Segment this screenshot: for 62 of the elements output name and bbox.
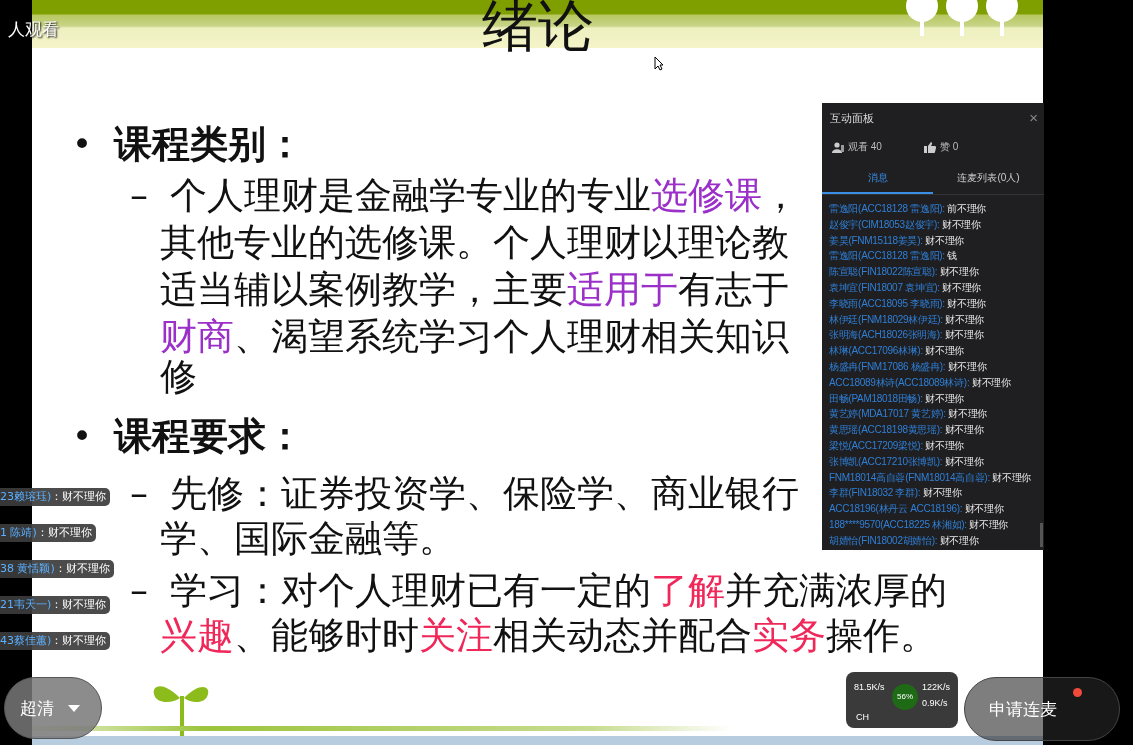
bullet: • [72, 416, 94, 456]
danmaku-bubble: 21韦天一)：财不理你 [0, 596, 111, 614]
slide-text-line: 修 [160, 360, 198, 394]
chat-message: 胡婧怡(FIN18002胡婧怡): 财不理你 [829, 533, 980, 548]
chat-message: FNM18014高自蓉(FNM18014高自蓉): 财不理你 [829, 470, 1033, 485]
chat-message: 李晓雨(ACC18095 李晓雨): 财不理你 [829, 296, 988, 311]
danmaku-bubble: 38 黄恬颖)：财不理你 [0, 560, 114, 578]
thumbs-up-icon [923, 141, 936, 153]
chat-message: 陈宣聪(FIN18022陈宣聪): 财不理你 [829, 265, 980, 280]
slide-text-line: 其他专业的选修课。个人理财以理论教 [160, 220, 790, 266]
notification-dot [1073, 688, 1082, 697]
dash: – [130, 569, 149, 613]
speed-reading: 122K/s [922, 682, 951, 692]
chat-message: 张博凯(ACC17210张博凯): 财不理你 [829, 454, 985, 469]
panel-title: 互动面板 [830, 110, 874, 126]
danmaku-bubble: 23赖瑢珏)：财不理你 [0, 488, 111, 506]
close-button[interactable]: × [1029, 110, 1038, 126]
speed-reading: 81.5K/s [854, 682, 885, 692]
chat-message: 姜昊(FNM15118姜昊): 财不理你 [829, 233, 965, 248]
slide-text-line: 财商、渴望系统学习个人理财相关知识 [160, 314, 790, 360]
slide-text-line: 适当辅以案例教学，主要适用于有志于 [160, 267, 790, 313]
chat-message: 林伊廷(FNM18029林伊廷): 财不理你 [829, 312, 986, 327]
chat-message: 雷逸阳(ACC18128 雷逸阳): 钱 [829, 249, 958, 264]
usage-gauge: 56% [892, 684, 918, 710]
chat-message: ACC18089林诗(ACC18089林诗): 财不理你 [829, 375, 1012, 390]
chat-message: 李群(FIN18032 李群): 财不理你 [829, 486, 963, 501]
viewer-stat: 观看 40 [848, 140, 882, 154]
chat-message: 林琳(ACC17096林琳): 财不理你 [829, 344, 966, 359]
slide-text-line: 个人理财是金融学专业的专业选修课， [170, 173, 799, 219]
panel-tab[interactable]: 消息 [822, 167, 933, 194]
chat-message: 袁坤宜(FIN18007 袁坤宜): 财不理你 [829, 281, 983, 295]
slide-text-line: 先修：证券投资学、保险学、商业银行 [170, 471, 799, 517]
chat-message: 188****9570(ACC18225 林湘如): 财不理你 [829, 517, 1010, 532]
chat-message: 梁悦(ACC17209梁悦): 财不理你 [829, 438, 966, 453]
request-mic-button[interactable]: 申请连麦 [964, 677, 1120, 741]
ime-indicator: CH [856, 712, 869, 722]
section-heading: 课程要求： [114, 412, 304, 460]
bullet: • [72, 124, 94, 164]
cursor-icon [654, 56, 664, 71]
dash: – [130, 472, 149, 516]
section-heading: 课程类别： [114, 120, 304, 168]
chat-message: ACC18196(林丹云 ACC18196): 财不理你 [829, 502, 1005, 517]
speed-reading: 0.9K/s [922, 698, 948, 708]
quality-dropdown[interactable]: 超清 [4, 677, 102, 739]
slide-text-line: 兴趣、能够时时关注相关动态并配合实务操作。 [160, 614, 938, 658]
danmaku-bubble: 43蔡佳蕙)：财不理你 [0, 632, 111, 650]
chat-message: 田畅(PAM18018田畅): 财不理你 [829, 391, 965, 406]
danmaku-bubble: 1 陈靖)：财不理你 [0, 524, 96, 542]
chat-message: 杨盛冉(FNM17086 杨盛冉): 财不理你 [829, 359, 988, 374]
people-icon [832, 141, 844, 153]
chat-message: 黄思瑶(ACC18198黄思瑶): 财不理你 [829, 423, 985, 438]
chat-message: 张明海(ACH18026张明海): 财不理你 [829, 328, 985, 343]
caret-icon [68, 704, 80, 712]
chat-message: 雷逸阳(ACC18128 雷逸阳): 前不理你 [829, 202, 988, 216]
slide-text-line: 学、国际金融等。 [160, 517, 457, 561]
dash: – [130, 174, 149, 218]
chat-message: 黄艺婷(MDA17017 黄艺婷): 财不理你 [829, 407, 989, 422]
scrollbar[interactable] [1040, 523, 1043, 547]
panel-tab[interactable]: 连麦列表(0人) [933, 167, 1044, 194]
chat-message: 赵俊宇(CIM18053赵俊宇): 财不理你 [829, 217, 982, 232]
like-stat: 赞 0 [939, 140, 959, 154]
slide-text-line: 学习：对个人理财已有一定的了解并充满浓厚的 [170, 568, 947, 614]
